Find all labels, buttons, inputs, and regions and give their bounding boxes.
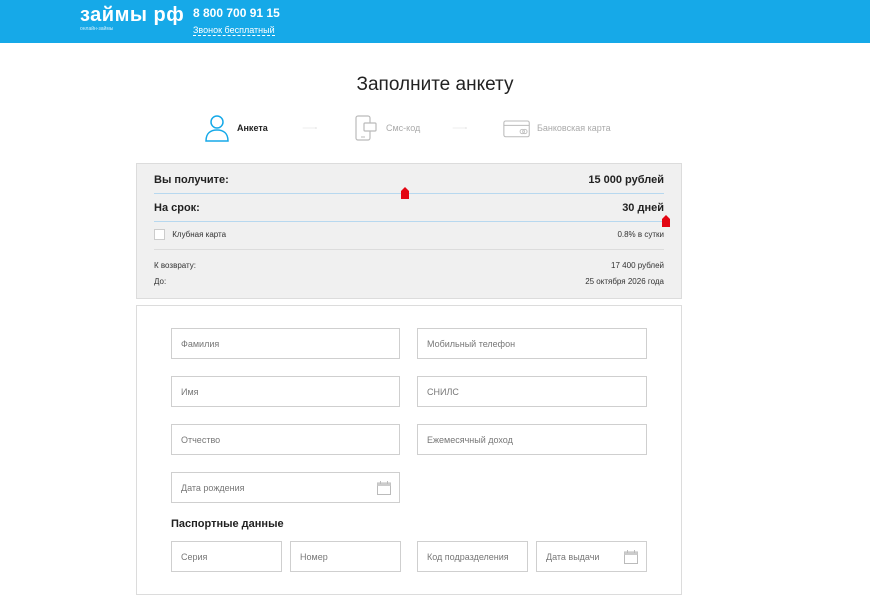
last-name-input[interactable] <box>181 329 399 358</box>
birth-date-field[interactable] <box>171 472 400 503</box>
club-card-row: Клубная карта 0.8% в сутки <box>154 229 664 240</box>
progress-steps: Анкета Смс-код Банковская карта <box>0 112 870 144</box>
calendar-icon[interactable] <box>624 550 638 564</box>
until-row: До: 25 октября 2026 года <box>154 277 664 286</box>
amount-slider-handle[interactable] <box>400 187 409 199</box>
patronymic-input[interactable] <box>181 425 399 454</box>
amount-label: Вы получите: <box>154 174 229 186</box>
passport-series-field[interactable] <box>171 541 282 572</box>
application-form: Паспортные данные <box>136 305 682 595</box>
divider <box>154 249 664 250</box>
issue-date-field[interactable] <box>536 541 647 572</box>
step-label-profile: Анкета <box>237 123 268 133</box>
term-label: На срок: <box>154 202 200 214</box>
bank-card-icon <box>503 114 531 142</box>
term-slider-handle[interactable] <box>662 215 670 227</box>
term-slider[interactable] <box>154 221 664 222</box>
step-label-sms: Смс-код <box>386 123 421 133</box>
step-sms: Смс-код <box>352 112 420 144</box>
until-label: До: <box>154 277 167 286</box>
first-name-input[interactable] <box>181 377 399 406</box>
rate-value: 0.8% в сутки <box>617 230 664 239</box>
passport-number-field[interactable] <box>290 541 401 572</box>
phone-free-note[interactable]: Звонок бесплатный <box>193 25 275 36</box>
first-name-field[interactable] <box>171 376 400 407</box>
logo-text: займы рф <box>80 4 185 26</box>
amount-value: 15 000 рублей <box>588 174 664 186</box>
page-title: Заполните анкету <box>356 74 514 95</box>
monthly-income-input[interactable] <box>427 425 646 454</box>
step-card: Банковская карта <box>503 112 611 144</box>
snils-field[interactable] <box>417 376 647 407</box>
patronymic-field[interactable] <box>171 424 400 455</box>
arrow-right-icon <box>452 127 467 129</box>
amount-slider[interactable] <box>154 193 664 194</box>
division-code-input[interactable] <box>427 542 527 571</box>
passport-number-input[interactable] <box>300 542 400 571</box>
snils-input[interactable] <box>427 377 646 406</box>
term-value: 30 дней <box>622 202 664 214</box>
site-logo[interactable]: займы рф онлайн-займы <box>80 5 184 32</box>
club-card-checkbox[interactable] <box>154 229 165 240</box>
arrow-right-icon <box>302 127 317 129</box>
phone-number[interactable]: 8 800 700 91 15 <box>193 7 280 20</box>
repay-label: К возврату: <box>154 261 197 270</box>
until-value: 25 октября 2026 года <box>585 277 664 286</box>
repay-row: К возврату: 17 400 рублей <box>154 261 664 270</box>
amount-row: Вы получите: 15 000 рублей <box>154 174 664 186</box>
mobile-phone-input[interactable] <box>427 329 646 358</box>
phone-block: 8 800 700 91 15 Звонок бесплатный <box>193 7 280 38</box>
monthly-income-field[interactable] <box>417 424 647 455</box>
repay-value: 17 400 рублей <box>611 261 664 270</box>
step-profile: Анкета <box>203 112 268 144</box>
passport-series-input[interactable] <box>181 542 281 571</box>
user-icon <box>203 114 231 142</box>
step-label-card: Банковская карта <box>537 123 611 133</box>
club-card-label: Клубная карта <box>172 230 227 239</box>
passport-section-title: Паспортные данные <box>171 518 284 530</box>
calendar-icon[interactable] <box>377 481 391 495</box>
loan-calculator: Вы получите: 15 000 рублей На срок: 30 д… <box>136 163 682 299</box>
logo-subtitle: онлайн-займы <box>80 26 114 32</box>
term-row: На срок: 30 дней <box>154 202 664 214</box>
phone-sms-icon <box>352 114 380 142</box>
mobile-phone-field[interactable] <box>417 328 647 359</box>
division-code-field[interactable] <box>417 541 528 572</box>
top-bar: займы рф онлайн-займы 8 800 700 91 15 Зв… <box>0 0 870 43</box>
last-name-field[interactable] <box>171 328 400 359</box>
birth-date-input[interactable] <box>181 473 399 502</box>
